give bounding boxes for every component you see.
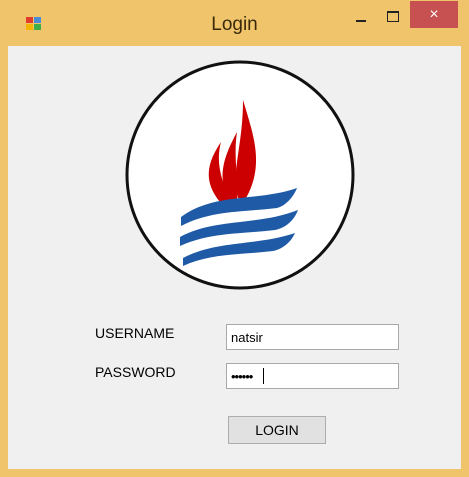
close-button[interactable]: ×	[410, 1, 458, 28]
login-button[interactable]: LOGIN	[228, 416, 326, 444]
logo-emblem	[125, 60, 355, 290]
form-client-area: USERNAME PASSWORD LOGIN	[8, 46, 461, 469]
text-caret	[263, 368, 264, 384]
maximize-button[interactable]	[378, 5, 408, 27]
username-label: USERNAME	[95, 325, 175, 341]
username-field[interactable]	[226, 324, 399, 350]
minimize-button[interactable]	[346, 5, 376, 27]
title-bar[interactable]: Login ×	[0, 0, 469, 46]
login-window: Login × USERNAME PASSWORD LOGIN	[0, 0, 469, 477]
password-field[interactable]	[226, 363, 399, 389]
password-label: PASSWORD	[95, 364, 176, 380]
